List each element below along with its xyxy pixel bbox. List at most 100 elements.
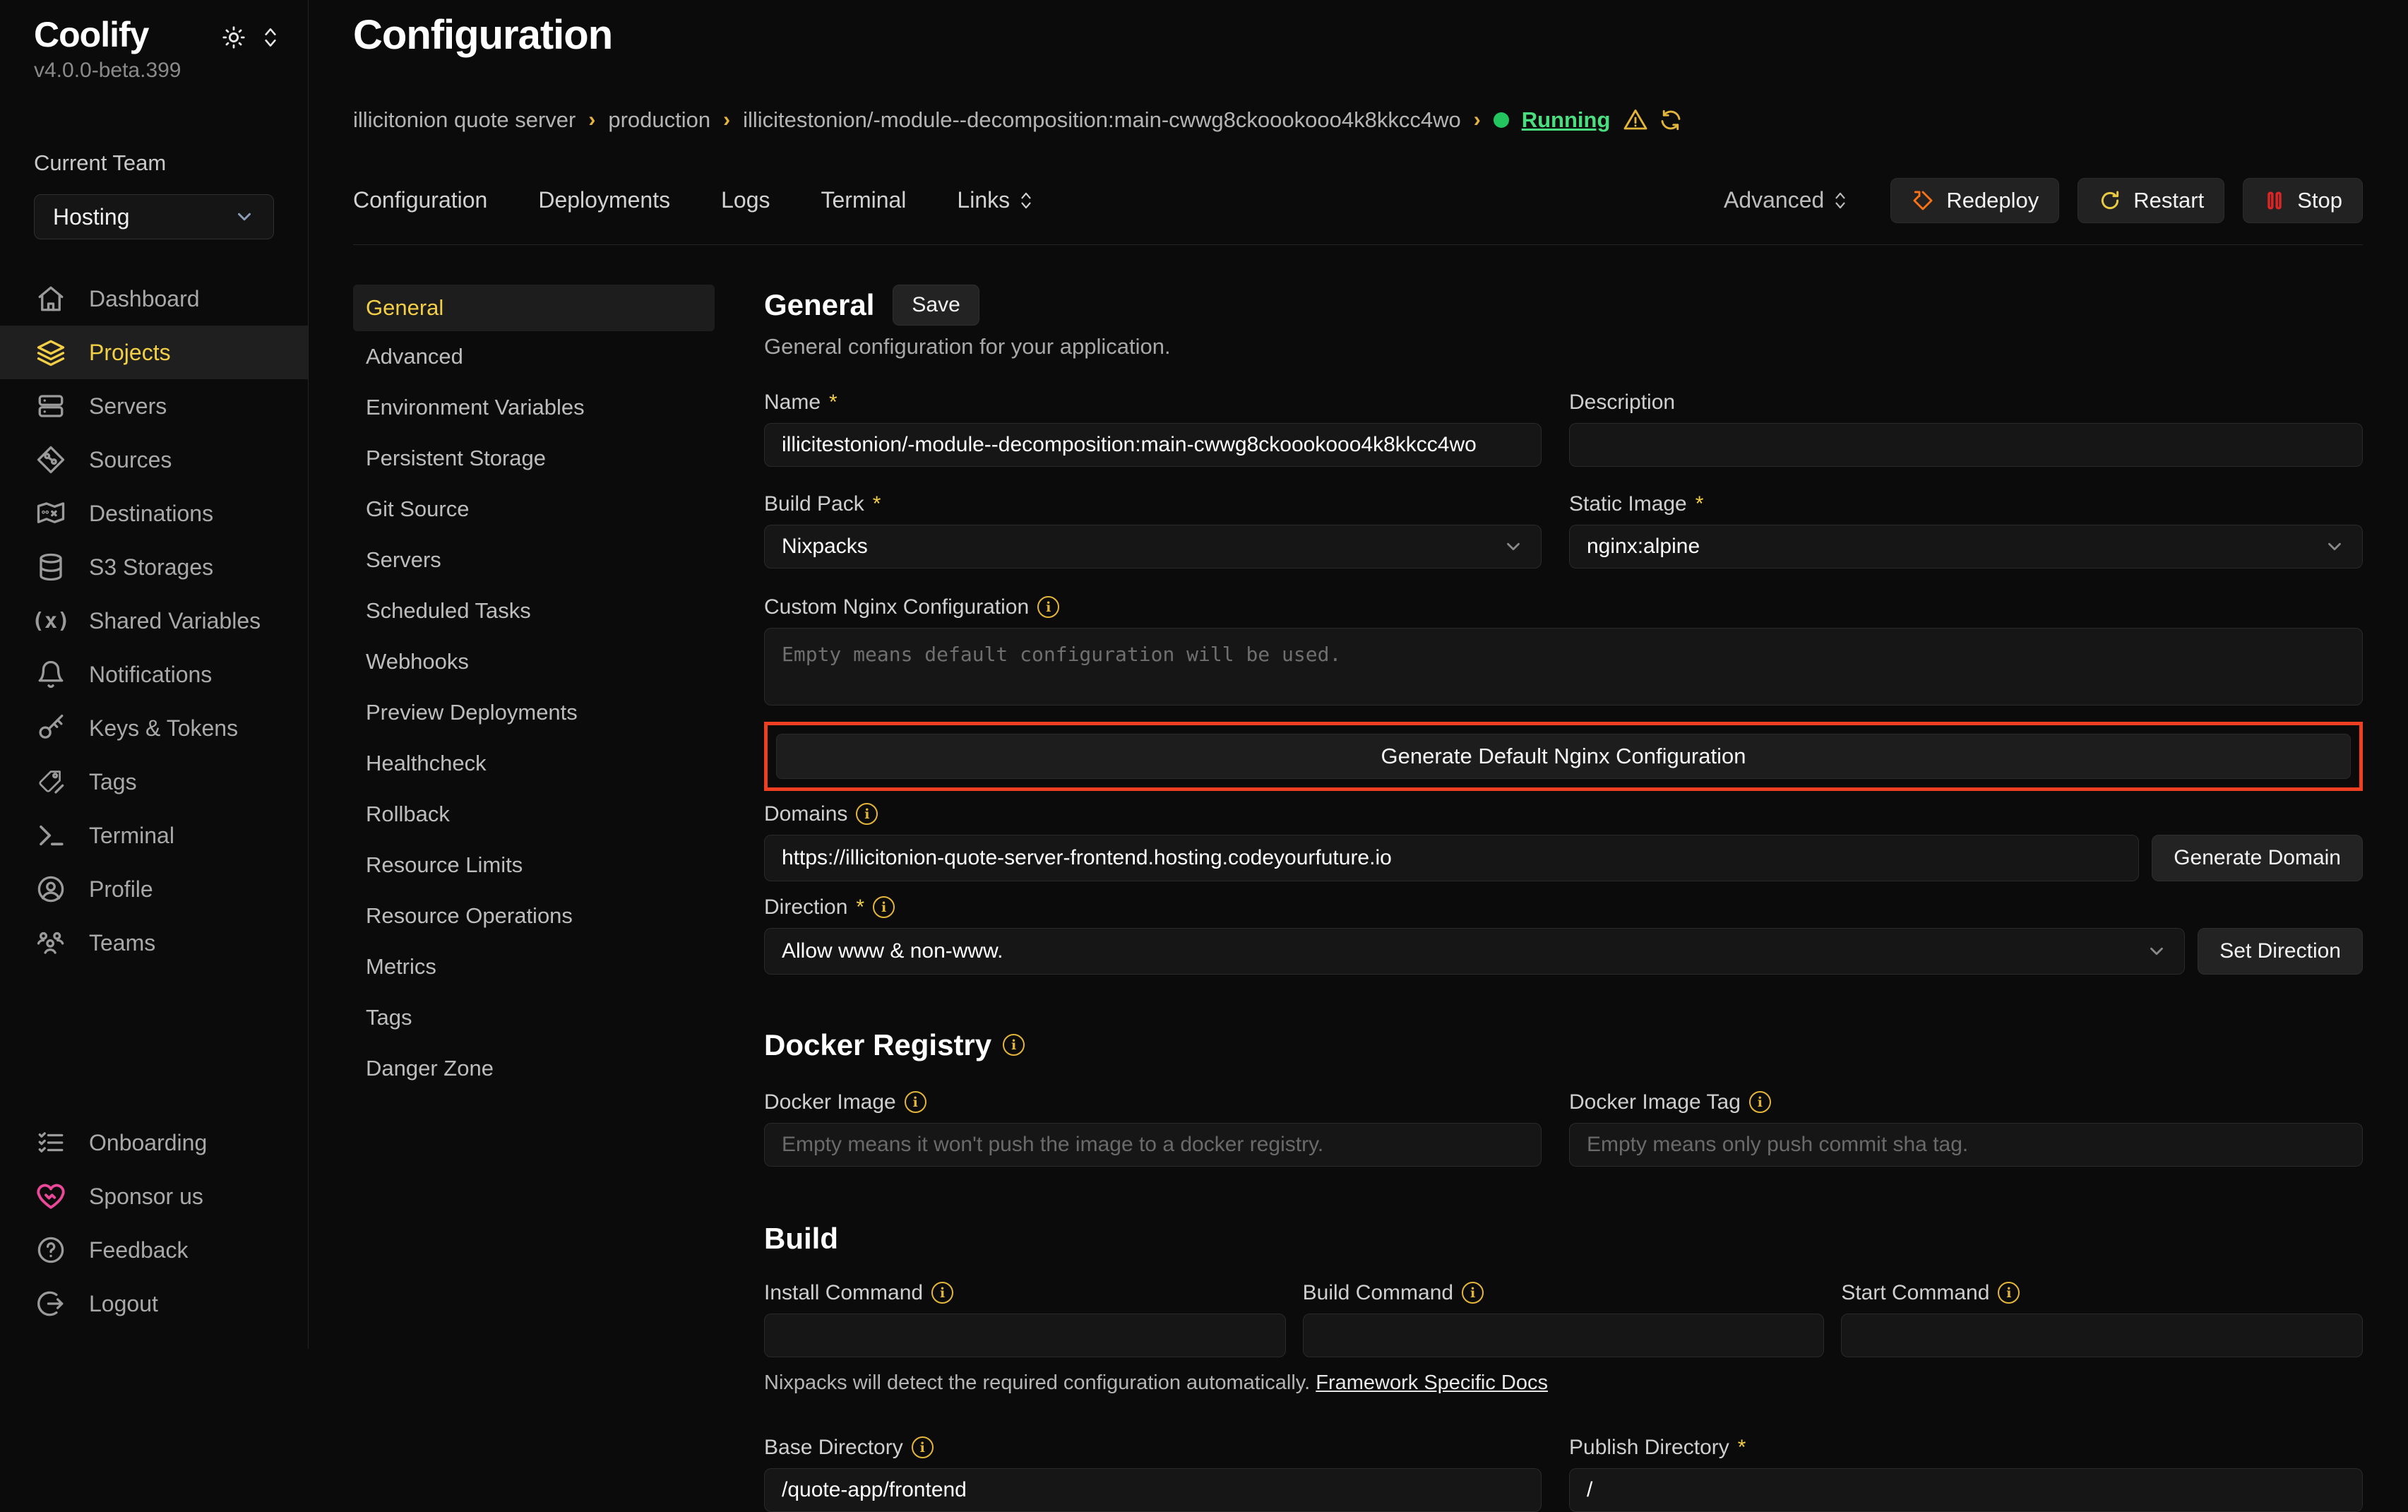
config-nav-git-source[interactable]: Git Source	[353, 484, 715, 535]
sidebar-item-label: Servers	[89, 393, 167, 419]
sidebar-item-s3-storages[interactable]: S3 Storages	[0, 540, 308, 594]
variable-icon: (x)	[35, 605, 66, 636]
sidebar-item-feedback[interactable]: Feedback	[0, 1223, 308, 1277]
tab-deployments[interactable]: Deployments	[538, 187, 670, 213]
tab-links[interactable]: Links	[957, 187, 1034, 213]
sidebar-item-label: Terminal	[89, 823, 174, 849]
config-nav-preview-deployments[interactable]: Preview Deployments	[353, 687, 715, 738]
theme-selector-icon[interactable]	[261, 25, 280, 49]
breadcrumb-environment[interactable]: production	[608, 107, 710, 133]
page-title: Configuration	[353, 11, 2363, 59]
restart-button[interactable]: Restart	[2078, 178, 2224, 223]
direction-select[interactable]: Allow www & non-www.	[764, 928, 2185, 975]
set-direction-button[interactable]: Set Direction	[2198, 928, 2363, 975]
sidebar-item-label: Dashboard	[89, 286, 200, 312]
redeploy-button[interactable]: Redeploy	[1890, 178, 2059, 223]
breadcrumb-separator: ›	[723, 108, 730, 132]
sidebar-item-profile[interactable]: Profile	[0, 862, 308, 916]
docker-image-tag-input[interactable]	[1569, 1123, 2363, 1167]
build-pack-value: Nixpacks	[782, 535, 868, 559]
generate-nginx-config-button[interactable]: Generate Default Nginx Configuration	[776, 734, 2351, 779]
sidebar-item-shared-variables[interactable]: (x) Shared Variables	[0, 594, 308, 648]
description-input[interactable]	[1569, 423, 2363, 467]
sidebar-item-sponsor[interactable]: Sponsor us	[0, 1169, 308, 1223]
sidebar-footer-nav: Onboarding Sponsor us Feedback Logout	[0, 1116, 308, 1331]
general-form: General Save General configuration for y…	[764, 285, 2363, 1349]
config-nav-servers[interactable]: Servers	[353, 535, 715, 585]
sidebar-item-projects[interactable]: Projects	[0, 326, 308, 379]
tab-logs[interactable]: Logs	[721, 187, 770, 213]
build-pack-select[interactable]: Nixpacks	[764, 525, 1542, 569]
breadcrumb-separator: ›	[1474, 108, 1481, 132]
sidebar-item-keys-tokens[interactable]: Keys & Tokens	[0, 701, 308, 755]
docker-image-tag-label: Docker Image Tagi	[1569, 1090, 2363, 1114]
status-badge[interactable]: Running	[1522, 107, 1611, 133]
sidebar-item-destinations[interactable]: Destinations	[0, 487, 308, 540]
tab-bar: Configuration Deployments Logs Terminal …	[353, 178, 2363, 245]
team-select[interactable]: Hosting	[34, 194, 274, 239]
app-version: v4.0.0-beta.399	[0, 59, 308, 83]
build-pack-label: Build Pack*	[764, 492, 1542, 516]
save-button[interactable]: Save	[893, 285, 979, 326]
config-nav: General Advanced Environment Variables P…	[353, 285, 715, 1349]
sidebar-item-servers[interactable]: Servers	[0, 379, 308, 433]
sidebar-item-label: Sources	[89, 447, 172, 473]
info-icon: i	[873, 896, 895, 918]
theme-sun-icon[interactable]	[222, 25, 246, 49]
sidebar-item-teams[interactable]: Teams	[0, 916, 308, 970]
general-subtitle: General configuration for your applicati…	[764, 334, 2363, 359]
chevron-down-icon	[234, 206, 255, 227]
config-nav-general[interactable]: General	[353, 285, 715, 331]
sidebar-item-dashboard[interactable]: Dashboard	[0, 272, 308, 326]
config-nav-resource-limits[interactable]: Resource Limits	[353, 840, 715, 891]
config-nav-scheduled-tasks[interactable]: Scheduled Tasks	[353, 585, 715, 636]
warning-icon[interactable]	[1623, 107, 1648, 133]
tab-configuration[interactable]: Configuration	[353, 187, 487, 213]
stop-label: Stop	[2297, 188, 2342, 213]
base-directory-input[interactable]	[764, 1468, 1542, 1512]
advanced-dropdown[interactable]: Advanced	[1724, 187, 1848, 213]
sidebar-item-logout[interactable]: Logout	[0, 1277, 308, 1331]
direction-label: Direction*i	[764, 895, 2363, 919]
sidebar-item-label: Destinations	[89, 501, 213, 527]
framework-docs-link[interactable]: Framework Specific Docs	[1316, 1371, 1548, 1394]
breadcrumb-project[interactable]: illicitonion quote server	[353, 107, 576, 133]
docker-image-input[interactable]	[764, 1123, 1542, 1167]
config-nav-resource-operations[interactable]: Resource Operations	[353, 891, 715, 941]
config-nav-tags[interactable]: Tags	[353, 992, 715, 1043]
refresh-icon[interactable]	[1658, 107, 1683, 133]
info-icon: i	[1037, 596, 1059, 618]
name-input[interactable]	[764, 423, 1542, 467]
map-icon	[35, 498, 66, 529]
docker-registry-heading: Docker Registry	[764, 1028, 991, 1062]
config-nav-rollback[interactable]: Rollback	[353, 789, 715, 840]
sidebar-item-tags[interactable]: Tags	[0, 755, 308, 809]
static-image-select[interactable]: nginx:alpine	[1569, 525, 2363, 569]
config-nav-webhooks[interactable]: Webhooks	[353, 636, 715, 687]
users-icon	[35, 927, 66, 958]
stop-button[interactable]: Stop	[2243, 178, 2363, 223]
nginx-config-label: Custom Nginx Configurationi	[764, 595, 2363, 619]
install-command-input[interactable]	[764, 1314, 1286, 1357]
sidebar-item-onboarding[interactable]: Onboarding	[0, 1116, 308, 1169]
nginx-config-textarea[interactable]	[764, 628, 2363, 706]
config-nav-advanced[interactable]: Advanced	[353, 331, 715, 382]
domains-input[interactable]	[764, 835, 2139, 881]
generate-domain-button[interactable]: Generate Domain	[2152, 835, 2363, 881]
config-nav-metrics[interactable]: Metrics	[353, 941, 715, 992]
build-command-label: Build Commandi	[1303, 1281, 1825, 1305]
config-nav-environment-variables[interactable]: Environment Variables	[353, 382, 715, 433]
sidebar-item-sources[interactable]: Sources	[0, 433, 308, 487]
build-command-input[interactable]	[1303, 1314, 1825, 1357]
config-nav-persistent-storage[interactable]: Persistent Storage	[353, 433, 715, 484]
publish-directory-input[interactable]	[1569, 1468, 2363, 1512]
start-command-input[interactable]	[1841, 1314, 2363, 1357]
sidebar-item-notifications[interactable]: Notifications	[0, 648, 308, 701]
tab-terminal[interactable]: Terminal	[821, 187, 906, 213]
terminal-icon	[35, 820, 66, 851]
config-nav-healthcheck[interactable]: Healthcheck	[353, 738, 715, 789]
breadcrumb-application[interactable]: illicitestonion/-module--decomposition:m…	[743, 107, 1461, 133]
sidebar-item-terminal[interactable]: Terminal	[0, 809, 308, 862]
sponsor-heart-icon	[35, 1181, 66, 1212]
config-nav-danger-zone[interactable]: Danger Zone	[353, 1043, 715, 1094]
